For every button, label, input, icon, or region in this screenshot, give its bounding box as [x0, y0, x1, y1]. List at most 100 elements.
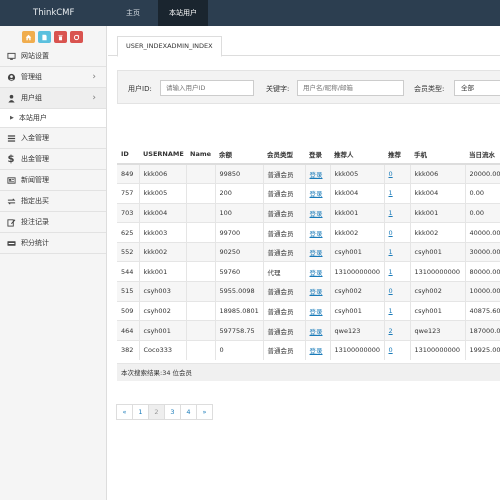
table-row: 552 kkk002 90250 普通会员 登录 csyh001 1 csyh001 30000… — [117, 241, 500, 262]
pagination-prev-button[interactable]: « — [116, 404, 133, 420]
keyword-label: 关键字: — [266, 85, 290, 93]
cell-login[interactable]: 登录 — [304, 320, 330, 341]
cell-phone: csyh002 — [409, 281, 465, 302]
cell-referrer: csyh002 — [329, 281, 384, 302]
pagination-page-button[interactable]: 2 — [148, 404, 165, 420]
cell-login[interactable]: 登录 — [304, 300, 330, 321]
top-navbar: ThinkCMF 主页 本站用户 — [0, 0, 500, 26]
edit-icon — [6, 217, 16, 227]
home-icon[interactable] — [22, 31, 35, 43]
sidebar-item-user-group[interactable]: 用户组 › — [0, 88, 106, 109]
cell-referral-count[interactable]: 0 — [383, 163, 410, 184]
cell-name — [185, 281, 215, 302]
col-header-referrer: 推荐人 — [330, 144, 384, 165]
keyword-input[interactable] — [297, 80, 404, 96]
sidebar-item-label: 入金管理 — [21, 134, 49, 142]
cell-id: 849 — [117, 163, 139, 184]
sidebar-item-points-stats[interactable]: 积分统计 — [0, 233, 106, 254]
cell-phone: 13100000000 — [409, 261, 465, 282]
cell-referral-count[interactable]: 1 — [383, 202, 410, 223]
member-type-select[interactable]: 全部 ▾ — [454, 80, 500, 96]
cell-referral-count[interactable]: 0 — [383, 222, 410, 243]
cell-member-type: 普通会员 — [262, 241, 305, 262]
cell-referral-count[interactable]: 1 — [383, 261, 410, 282]
pagination-next-button[interactable]: » — [196, 404, 213, 420]
cell-login[interactable]: 登录 — [304, 183, 330, 204]
user-id-label: 用户ID: — [128, 85, 152, 93]
cell-member-type: 普通会员 — [262, 163, 305, 184]
cell-login[interactable]: 登录 — [304, 163, 330, 184]
cell-login[interactable]: 登录 — [304, 281, 330, 302]
document-icon[interactable] — [38, 31, 51, 43]
sidebar-item-deposit[interactable]: 入金管理 — [0, 128, 106, 149]
sidebar-item-designated-buy[interactable]: 指定出买 — [0, 191, 106, 212]
sidebar-item-bet-records[interactable]: 投注记录 — [0, 212, 106, 233]
cell-daily-turnover: 0.00 — [464, 183, 500, 204]
cell-referral-count[interactable]: 2 — [383, 320, 410, 341]
cell-username: csyh002 — [138, 300, 186, 321]
cell-login[interactable]: 登录 — [304, 261, 330, 282]
top-tab-home[interactable]: 主页 — [108, 0, 158, 26]
sidebar-item-label: 指定出买 — [21, 197, 49, 205]
cell-referral-count[interactable]: 1 — [383, 241, 410, 262]
cell-login[interactable]: 登录 — [304, 222, 330, 243]
cell-name — [185, 320, 215, 341]
cell-daily-turnover: 0.00 — [464, 202, 500, 223]
cell-daily-turnover: 10000.00 — [464, 281, 500, 302]
trash-icon[interactable] — [54, 31, 67, 43]
cell-member-type: 普通会员 — [262, 202, 305, 223]
cell-username: kkk004 — [138, 202, 186, 223]
monitor-icon — [6, 51, 16, 61]
cell-login[interactable]: 登录 — [304, 339, 330, 360]
dollar-icon: $ — [7, 153, 15, 165]
cell-id: 544 — [117, 261, 139, 282]
cell-id: 757 — [117, 183, 139, 204]
cell-phone: kkk006 — [409, 163, 465, 184]
top-tab-site-users[interactable]: 本站用户 — [158, 0, 208, 26]
page-tab-bar: USER_INDEXADMIN_INDEX — [108, 26, 500, 57]
sidebar-subitem-site-users[interactable]: ▶ 本站用户 — [0, 109, 106, 128]
cell-phone: kkk002 — [409, 222, 465, 243]
table-row: 625 kkk003 99700 普通会员 登录 kkk002 0 kkk002 40000.0… — [117, 222, 500, 243]
newspaper-icon — [6, 175, 16, 185]
pagination: «1 2 3 4» — [116, 404, 213, 420]
table-row: 849 kkk006 99850 普通会员 登录 kkk005 0 kkk006 20000.0… — [117, 163, 500, 184]
cell-referrer: kkk002 — [329, 222, 384, 243]
pagination-page-button[interactable]: 3 — [164, 404, 181, 420]
cell-login[interactable]: 登录 — [304, 241, 330, 262]
cell-login[interactable]: 登录 — [304, 202, 330, 223]
cell-referral-count[interactable]: 1 — [383, 300, 410, 321]
page-tab-user-index[interactable]: USER_INDEXADMIN_INDEX — [117, 36, 222, 57]
table-row: 464 csyh001 597758.75 普通会员 登录 qwe123 2 qwe123 18… — [117, 320, 500, 341]
cell-phone: qwe123 — [409, 320, 465, 341]
pagination-page-button[interactable]: 4 — [180, 404, 197, 420]
cell-balance: 0 — [214, 339, 263, 360]
sidebar-item-admin-group[interactable]: 管理组 › — [0, 67, 106, 88]
user-id-input[interactable] — [160, 80, 254, 96]
sidebar-item-news[interactable]: 新闻管理 — [0, 170, 106, 191]
cell-username: kkk001 — [138, 261, 186, 282]
cell-referral-count[interactable]: 0 — [383, 339, 410, 360]
sidebar-item-label: 新闻管理 — [21, 176, 49, 184]
sidebar-item-withdraw[interactable]: $ 出金管理 — [0, 149, 106, 170]
member-type-value: 全部 — [461, 84, 474, 92]
cell-id: 625 — [117, 222, 139, 243]
cell-balance: 5955.0098 — [214, 281, 263, 302]
refresh-icon[interactable] — [70, 31, 83, 43]
sidebar-item-label: 管理组 — [21, 73, 42, 81]
person-icon — [6, 93, 16, 103]
table-row: 703 kkk004 100 普通会员 登录 kkk001 1 kkk001 0.00 — [117, 202, 500, 223]
cell-referral-count[interactable]: 1 — [383, 183, 410, 204]
cell-referrer: 13100000000 — [329, 339, 384, 360]
sidebar-item-site-settings[interactable]: 网站设置 — [0, 46, 106, 67]
cell-phone: csyh001 — [409, 300, 465, 321]
cell-username: csyh001 — [138, 320, 186, 341]
sidebar-shortcuts — [0, 26, 106, 46]
cell-referral-count[interactable]: 0 — [383, 281, 410, 302]
list-icon — [6, 133, 16, 143]
cell-phone: 13100000000 — [409, 339, 465, 360]
pagination-page-button[interactable]: 1 — [132, 404, 149, 420]
cell-member-type: 普通会员 — [262, 281, 305, 302]
search-result-summary: 本次搜索结果:34 位会员 — [117, 363, 500, 381]
brand-logo[interactable]: ThinkCMF — [0, 0, 108, 26]
